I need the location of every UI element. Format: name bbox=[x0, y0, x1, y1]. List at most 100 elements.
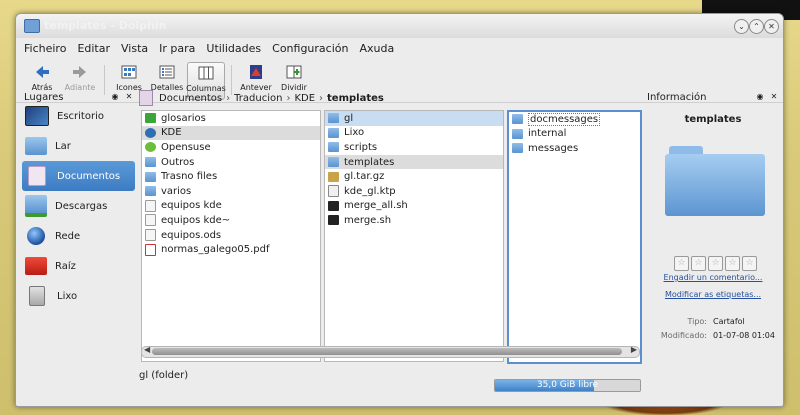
menu-utilidades[interactable]: Utilidades bbox=[206, 42, 261, 55]
list-item[interactable]: templates bbox=[325, 154, 503, 170]
menu-editar[interactable]: Editar bbox=[77, 42, 110, 55]
terminal-script-icon bbox=[328, 215, 339, 226]
list-item[interactable]: merge_all.sh bbox=[325, 199, 503, 214]
list-item[interactable]: gl bbox=[325, 111, 503, 126]
crumb-separator-icon: › bbox=[226, 92, 231, 104]
item-name: internal bbox=[528, 128, 567, 140]
titlebar[interactable]: templates - Dolphin ⌄ ⌃ ✕ bbox=[16, 14, 783, 38]
panel-close-icon[interactable]: ✕ bbox=[769, 92, 779, 102]
item-name: equipos kde~ bbox=[161, 214, 231, 226]
modified-property: Modificado: 01-07-08 01:04 bbox=[645, 331, 781, 340]
split-view-icon bbox=[286, 65, 302, 79]
list-item[interactable]: merge.sh bbox=[325, 213, 503, 228]
list-item[interactable]: Trasno files bbox=[142, 169, 320, 184]
column-3[interactable]: docmessages internal messages bbox=[507, 110, 642, 364]
breadcrumb: Documentos › Traducion › KDE › templates bbox=[139, 88, 642, 108]
list-item[interactable]: internal bbox=[509, 127, 640, 142]
scroll-left-icon[interactable]: ◀ bbox=[144, 345, 150, 354]
menu-ficheiro[interactable]: Ficheiro bbox=[24, 42, 66, 55]
item-name: Trasno files bbox=[161, 171, 218, 183]
list-item[interactable]: kde_gl.ktp bbox=[325, 184, 503, 199]
place-label: Rede bbox=[55, 230, 81, 242]
star-icon[interactable]: ☆ bbox=[674, 256, 689, 271]
folder-icon bbox=[512, 128, 523, 139]
file-view: Documentos › Traducion › KDE › templates… bbox=[139, 88, 642, 393]
item-name: Lixo bbox=[344, 127, 365, 139]
preview-icon bbox=[250, 65, 262, 79]
columns-view-icon bbox=[198, 66, 214, 80]
item-name: merge_all.sh bbox=[344, 200, 408, 212]
place-descargas[interactable]: Descargas bbox=[22, 191, 135, 221]
place-documentos[interactable]: Documentos bbox=[22, 161, 135, 191]
trash-icon bbox=[29, 286, 45, 306]
details-view-icon bbox=[159, 65, 175, 79]
crumb-traducion[interactable]: Traducion bbox=[234, 93, 282, 104]
app-icon[interactable] bbox=[24, 19, 40, 33]
place-raiz[interactable]: Raíz bbox=[22, 251, 135, 281]
item-name: docmessages bbox=[528, 112, 601, 126]
pdf-icon bbox=[145, 243, 156, 256]
list-item[interactable]: scripts bbox=[325, 140, 503, 155]
horizontal-scrollbar[interactable]: ◀ ▶ bbox=[141, 345, 640, 358]
place-rede[interactable]: Rede bbox=[22, 221, 135, 251]
list-item[interactable]: equipos.ods bbox=[142, 228, 320, 243]
place-escritorio[interactable]: Escritorio bbox=[22, 101, 135, 131]
place-label: Raíz bbox=[55, 260, 76, 272]
scroll-right-icon[interactable]: ▶ bbox=[631, 345, 637, 354]
star-icon[interactable]: ☆ bbox=[691, 256, 706, 271]
maximize-icon[interactable]: ⌃ bbox=[749, 19, 764, 34]
item-name: kde_gl.ktp bbox=[344, 185, 396, 197]
crumb-kde[interactable]: KDE bbox=[294, 93, 315, 104]
item-name: Opensuse bbox=[161, 141, 211, 153]
scrollbar-thumb[interactable] bbox=[152, 348, 622, 355]
menu-ir-para[interactable]: Ir para bbox=[159, 42, 195, 55]
list-item[interactable]: messages bbox=[509, 141, 640, 156]
modify-tags-link[interactable]: Modificar as etiquetas... bbox=[645, 290, 781, 299]
minimize-icon[interactable]: ⌄ bbox=[734, 19, 749, 34]
folder-icon bbox=[145, 186, 156, 197]
place-lixo[interactable]: Lixo bbox=[22, 281, 135, 311]
rating-stars[interactable]: ☆ ☆ ☆ ☆ ☆ bbox=[674, 256, 759, 271]
menu-configuracion[interactable]: Configuración bbox=[272, 42, 348, 55]
folder-icon bbox=[328, 113, 339, 124]
star-icon[interactable]: ☆ bbox=[708, 256, 723, 271]
list-item[interactable]: equipos kde~ bbox=[142, 213, 320, 228]
flag-icon bbox=[145, 113, 156, 124]
network-icon bbox=[27, 227, 45, 245]
add-comment-link[interactable]: Engadir un comentario... bbox=[645, 273, 781, 282]
list-item[interactable]: gl.tar.gz bbox=[325, 169, 503, 184]
star-icon[interactable]: ☆ bbox=[725, 256, 740, 271]
menu-vista[interactable]: Vista bbox=[121, 42, 148, 55]
menu-axuda[interactable]: Axuda bbox=[359, 42, 394, 55]
column-1[interactable]: glosarios KDE Opensuse Outros Trasno fil… bbox=[141, 110, 321, 362]
list-item[interactable]: Opensuse bbox=[142, 140, 320, 155]
arrow-right-icon bbox=[73, 66, 86, 78]
info-panel-title: Información bbox=[647, 91, 707, 103]
type-key: Tipo: bbox=[687, 317, 707, 326]
home-icon bbox=[25, 137, 47, 155]
place-label: Descargas bbox=[55, 200, 108, 212]
list-item[interactable]: Lixo bbox=[325, 126, 503, 141]
folder-icon bbox=[328, 142, 339, 153]
crumb-documentos[interactable]: Documentos bbox=[159, 93, 222, 104]
item-name: equipos.ods bbox=[161, 229, 222, 241]
item-name: templates bbox=[344, 156, 395, 168]
column-2[interactable]: gl Lixo scripts templates gl.tar.gz kde_… bbox=[324, 110, 504, 362]
list-item[interactable]: equipos kde bbox=[142, 199, 320, 214]
close-icon[interactable]: ✕ bbox=[764, 19, 779, 34]
list-item[interactable]: Outros bbox=[142, 155, 320, 170]
crumb-templates[interactable]: templates bbox=[327, 93, 384, 104]
panel-float-icon[interactable]: ◉ bbox=[755, 92, 765, 102]
list-item[interactable]: glosarios bbox=[142, 111, 320, 126]
info-item-name: templates bbox=[684, 114, 742, 125]
documents-folder-icon[interactable] bbox=[139, 90, 153, 106]
list-item[interactable]: normas_galego05.pdf bbox=[142, 242, 320, 257]
item-name: scripts bbox=[344, 141, 378, 153]
item-name: messages bbox=[528, 142, 579, 154]
list-item[interactable]: varios bbox=[142, 184, 320, 199]
star-icon[interactable]: ☆ bbox=[742, 256, 757, 271]
arrow-left-icon bbox=[36, 66, 49, 78]
list-item[interactable]: KDE bbox=[142, 125, 320, 141]
list-item[interactable]: docmessages bbox=[509, 112, 640, 127]
place-lar[interactable]: Lar bbox=[22, 131, 135, 161]
